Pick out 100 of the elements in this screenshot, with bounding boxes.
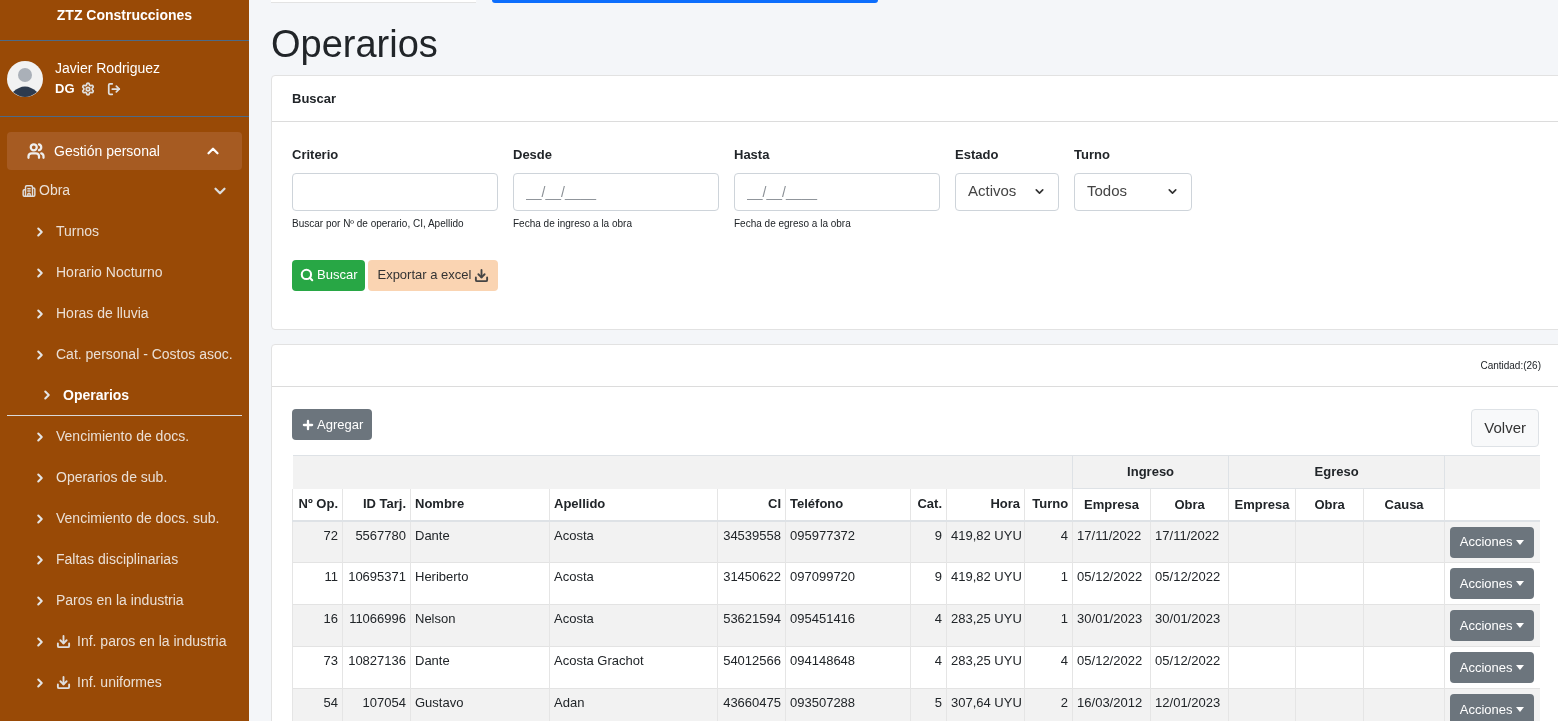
user-role: DG [55,80,75,99]
table-cell: 9 [910,562,947,605]
table-cell: Acosta [549,562,718,605]
field-label: Desde [513,146,554,164]
column-header: Teléfono [785,488,911,521]
plus-icon [301,417,315,432]
table-cell: Acosta [549,604,718,647]
date-field[interactable]: __/__/____ [513,172,719,211]
sidebar-link[interactable]: Inf. paros en la industria [77,631,227,652]
table-cell: 107054 [342,688,411,721]
table-cell: 54 [292,688,343,721]
table-cell: 05/12/2022 [1072,646,1151,689]
actions-dropdown[interactable]: Acciones [1450,568,1535,599]
table-cell: 31450622 [717,562,786,605]
column-header: Nombre [410,488,550,521]
sidebar-link[interactable]: Cat. personal - Costos asoc. [56,344,233,365]
column-header: Hora [946,488,1025,521]
caret-icon [1516,539,1525,545]
search-button[interactable]: Buscar [292,259,366,291]
search-icon [300,268,314,282]
table-cell: 16/03/2012 [1072,688,1151,721]
back-button[interactable]: Volver [1471,409,1539,447]
column-header: Turno [1024,488,1073,521]
table-cell: 17/11/2022 [1072,520,1151,563]
sidebar-link[interactable]: Horas de lluvia [56,303,149,324]
table-cell: Nelson [410,604,550,647]
column-header: CI [717,488,786,521]
table-cell: 5567780 [342,520,411,563]
date-field[interactable]: __/__/____ [734,172,940,211]
sidebar-link[interactable]: Faltas disciplinarias [56,549,179,570]
building-icon [22,183,36,198]
column-header: Nº Op. [292,488,343,521]
table-cell: 10827136 [342,646,411,689]
field-help: Buscar por Nº de operario, CI, Apellido [292,216,465,231]
caret-icon [1516,665,1525,670]
sidebar-link[interactable]: Turnos [56,221,100,242]
actions-dropdown[interactable]: Acciones [1450,610,1535,641]
table-cell: 34539558 [717,520,786,563]
group-header: Ingreso [1072,455,1229,489]
column-header: Empresa [1228,488,1296,521]
menu-group-label: Gestión personal [54,141,161,161]
table-cell: 11 [292,562,343,605]
submenu-label: Obra [39,181,72,200]
sidebar-link[interactable]: Operarios de sub. [56,467,168,488]
export-button[interactable]: Exportar a excel [368,259,499,291]
table-cell: 4 [1024,646,1073,689]
menu-group-header[interactable]: Gestión personal [7,132,242,170]
select-field[interactable]: Todos [1074,172,1192,211]
add-button[interactable]: Agregar [292,409,373,440]
table-cell: 097099720 [785,562,911,605]
field-help: Fecha de egreso a la obra [734,216,852,231]
table-cell: Gustavo [410,688,550,721]
logout-icon[interactable] [106,82,121,96]
table-cell: 419,82 UYU [946,520,1025,563]
table-cell: 093507288 [785,688,911,721]
field-help: Fecha de ingreso a la obra [513,216,633,231]
download-icon [56,675,71,690]
submenu-header[interactable]: Obra [0,170,249,211]
table-cell: Dante [410,646,550,689]
table-cell: Acosta Grachot [549,646,718,689]
column-header: Empresa [1072,488,1151,521]
actions-dropdown[interactable]: Acciones [1450,694,1535,721]
caret-icon [1516,707,1525,712]
settings-icon[interactable] [80,82,95,96]
table-cell: 12/01/2023 [1150,688,1229,721]
sidebar-link[interactable]: Vencimiento de docs. [56,426,190,447]
group-header: Egreso [1228,455,1445,489]
table-cell: 419,82 UYU [946,562,1025,605]
table-cell: 05/12/2022 [1072,562,1151,605]
sidebar-link[interactable]: Vencimiento de docs. sub. [56,508,220,529]
table-cell: 1 [1024,604,1073,647]
table-cell: 43660475 [717,688,786,721]
text-field[interactable] [292,172,498,211]
column-header: Causa [1363,488,1445,521]
table-cell: Acosta [549,520,718,563]
result-count: Cantidad:(26) [1480,359,1541,373]
table-cell: 283,25 UYU [946,604,1025,647]
table-cell: 307,64 UYU [946,688,1025,721]
table-cell: 4 [910,604,947,647]
table-cell: 72 [292,520,343,563]
select-field[interactable]: Activos [955,172,1059,211]
table-cell: 9 [910,520,947,563]
field-label: Criterio [292,146,340,164]
sidebar-link[interactable]: Inf. uniformes [77,672,162,693]
sidebar-link[interactable]: Paros en la industria [56,590,184,611]
sidebar-link[interactable]: Horario Nocturno [56,262,163,283]
brand-name: ZTZ Construcciones [56,6,193,25]
table-cell: 10695371 [342,562,411,605]
actions-dropdown[interactable]: Acciones [1450,652,1535,683]
table-cell: 2 [1024,688,1073,721]
table-cell: 11066996 [342,604,411,647]
table-cell: 283,25 UYU [946,646,1025,689]
actions-dropdown[interactable]: Acciones [1450,526,1535,558]
table-cell: 094148648 [785,646,911,689]
field-label: Estado [955,146,1000,164]
table-cell: 05/12/2022 [1150,646,1229,689]
card-title: Buscar [292,89,337,108]
sidebar-link[interactable]: Operarios [63,384,130,406]
download-icon [474,267,490,283]
column-header: ID Tarj. [342,488,411,521]
